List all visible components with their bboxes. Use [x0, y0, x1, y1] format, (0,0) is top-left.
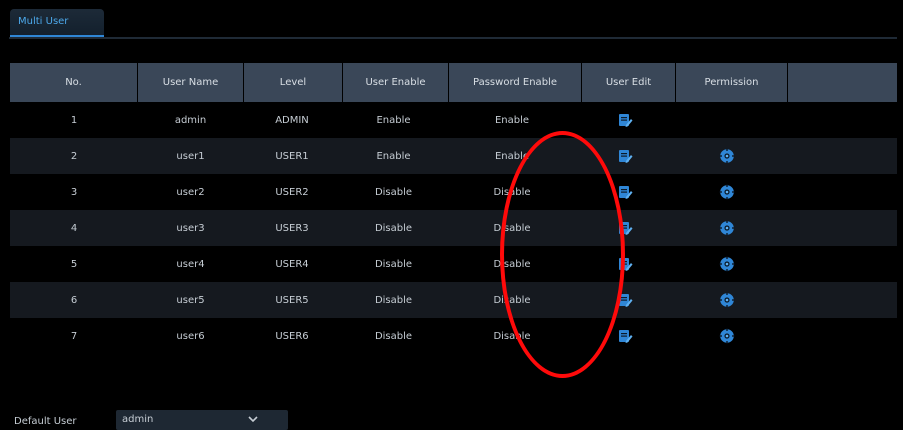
edit-icon[interactable] [617, 112, 633, 128]
cell-user-name: admin [174, 114, 207, 126]
cell-permission [671, 292, 782, 308]
header-password-enable: Password Enable [449, 63, 582, 102]
cell-level: USER6 [275, 330, 309, 342]
cell-user-name: user3 [176, 222, 205, 234]
cell-no: 7 [70, 330, 78, 342]
cell-user-name: user1 [176, 150, 205, 162]
cell-permission [671, 328, 782, 344]
cell-level: ADMIN [275, 114, 309, 126]
edit-icon[interactable] [617, 148, 633, 164]
table-row: 4 user3 USER3 Disable Disable [10, 210, 897, 246]
edit-icon[interactable] [617, 328, 633, 344]
cell-user-name: user4 [176, 258, 205, 270]
default-user-value: admin [122, 414, 154, 425]
edit-icon[interactable] [617, 184, 633, 200]
header-user-edit: User Edit [582, 63, 676, 102]
tab-bar: Multi User [0, 0, 903, 39]
table-row: 1 admin ADMIN Enable Enable [10, 102, 897, 138]
table-row: 3 user2 USER2 Disable Disable [10, 174, 897, 210]
table-row: 5 user4 USER4 Disable Disable [10, 246, 897, 282]
table-row: 6 user5 USER5 Disable Disable [10, 282, 897, 318]
cell-user-enable: Disable [374, 258, 413, 270]
default-user-label: Default User [14, 416, 77, 427]
table-row: 2 user1 USER1 Enable Enable [10, 138, 897, 174]
cell-user-enable: Enable [376, 150, 411, 162]
cell-user-edit [578, 112, 671, 128]
cell-user-enable: Disable [374, 294, 413, 306]
table-header: No. User Name Level User Enable Password… [10, 63, 897, 102]
cell-permission [671, 256, 782, 272]
table-row: 7 user6 USER6 Disable Disable [10, 318, 897, 354]
gear-icon[interactable] [719, 220, 735, 236]
cell-user-enable: Disable [374, 222, 413, 234]
chevron-down-icon [248, 416, 258, 423]
cell-no: 6 [70, 294, 78, 306]
cell-permission [671, 184, 782, 200]
gear-icon[interactable] [719, 256, 735, 272]
gear-icon[interactable] [719, 328, 735, 344]
header-permission: Permission [676, 63, 788, 102]
cell-user-enable: Disable [374, 186, 413, 198]
cell-no: 5 [70, 258, 78, 270]
cell-user-name: user2 [176, 186, 205, 198]
cell-no: 3 [70, 186, 78, 198]
tab-divider [9, 37, 897, 39]
highlight-annotation [500, 131, 625, 378]
cell-no: 4 [70, 222, 78, 234]
cell-permission [671, 220, 782, 236]
header-user-name: User Name [138, 63, 244, 102]
cell-level: USER2 [275, 186, 309, 198]
cell-level: USER4 [275, 258, 309, 270]
cell-user-name: user6 [176, 330, 205, 342]
gear-icon[interactable] [719, 148, 735, 164]
default-user-row: Default User admin [14, 410, 288, 430]
cell-password-enable: Enable [494, 114, 530, 126]
cell-user-enable: Enable [376, 114, 411, 126]
cell-level: USER5 [275, 294, 309, 306]
table-body: 1 admin ADMIN Enable Enable 2 user1 USER1 Enable… [10, 102, 897, 354]
header-level: Level [244, 63, 343, 102]
cell-level: USER1 [275, 150, 309, 162]
cell-no: 1 [70, 114, 78, 126]
header-no: No. [10, 63, 138, 102]
gear-icon[interactable] [719, 184, 735, 200]
gear-icon[interactable] [719, 292, 735, 308]
cell-user-enable: Disable [374, 330, 413, 342]
cell-level: USER3 [275, 222, 309, 234]
cell-permission [671, 148, 782, 164]
default-user-select[interactable]: admin [116, 410, 288, 430]
tab-multi-user[interactable]: Multi User [10, 9, 104, 35]
cell-user-name: user5 [176, 294, 205, 306]
cell-no: 2 [70, 150, 78, 162]
header-user-enable: User Enable [343, 63, 449, 102]
user-table: No. User Name Level User Enable Password… [10, 63, 897, 354]
